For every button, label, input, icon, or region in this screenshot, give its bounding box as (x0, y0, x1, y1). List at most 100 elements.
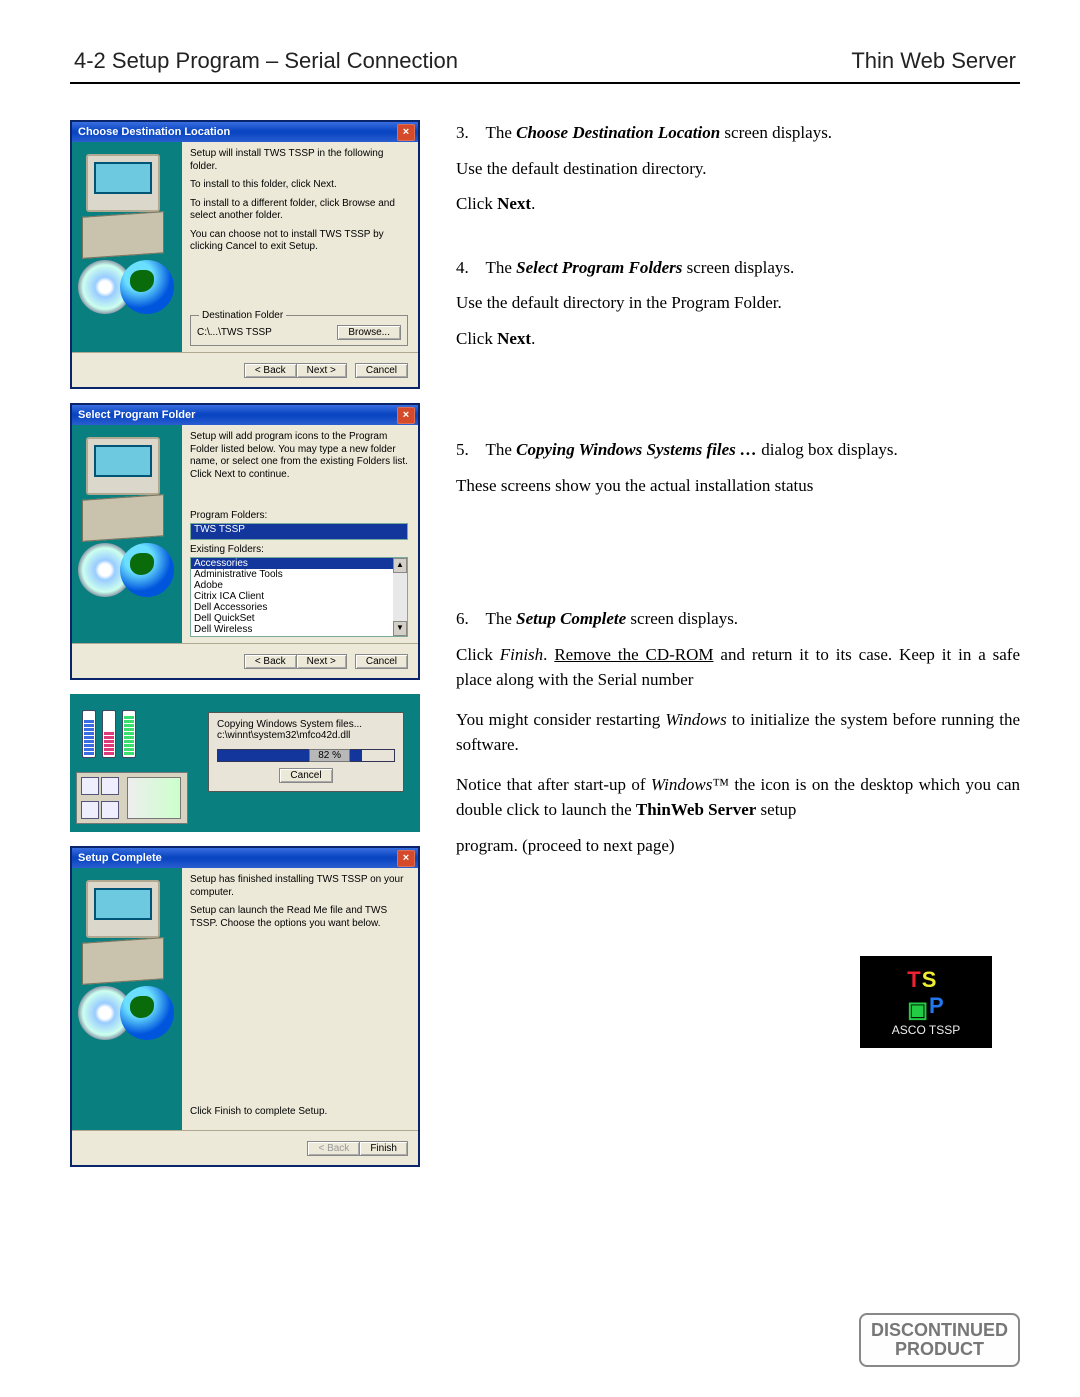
progress-percent: 82 % (309, 749, 350, 762)
list-item[interactable]: Dell Wireless (191, 624, 407, 635)
existing-folders-list[interactable]: Accessories Administrative Tools Adobe C… (190, 557, 408, 637)
step-3: 3. The Choose Destination Location scree… (456, 120, 1020, 217)
text: Choose Destination Location (516, 123, 720, 142)
text: To install to this folder, click Next. (190, 179, 408, 192)
back-button[interactable]: < Back (244, 363, 296, 378)
text: The (485, 123, 516, 142)
text: Setup will install TWS TSSP in the follo… (190, 148, 408, 173)
close-icon[interactable]: × (397, 407, 415, 424)
text: Next (497, 194, 531, 213)
program-folders-label: Program Folders: (190, 510, 408, 521)
header-left: 4-2 Setup Program – Serial Connection (74, 48, 458, 74)
discontinued-product-stamp: DISCONTINUED PRODUCT (859, 1313, 1020, 1367)
dialog-description: Setup will install TWS TSSP in the follo… (190, 148, 408, 260)
text: screen displays. (682, 258, 794, 277)
text: Setup can launch the Read Me file and TW… (190, 905, 408, 930)
copying-path: c:\winnt\system32\mfco42d.dll (217, 730, 395, 741)
dialog-select-program-folder: Select Program Folder × Setup will add p… (70, 403, 420, 680)
list-item[interactable]: Citrix ICA Client (191, 591, 407, 602)
text: Click (456, 329, 497, 348)
header-right: Thin Web Server (851, 48, 1016, 74)
cancel-button[interactable]: Cancel (355, 363, 408, 378)
text: screen displays. (720, 123, 832, 142)
text: Click Finish to complete Setup. (190, 1106, 408, 1119)
window-title: Setup Complete (78, 852, 162, 864)
list-item[interactable]: Accessories (191, 558, 407, 569)
close-icon[interactable]: × (397, 850, 415, 867)
list-item[interactable]: Dell Accessories (191, 602, 407, 613)
text: You can choose not to install TWS TSSP b… (190, 229, 408, 254)
text: . (531, 194, 535, 213)
text: ThinWeb Server (636, 800, 756, 819)
header-rule (70, 82, 1020, 84)
list-item[interactable]: Adobe (191, 580, 407, 591)
text: Use the default directory in the Program… (456, 290, 1020, 316)
back-button: < Back (307, 1141, 359, 1156)
text: Windows™ (651, 775, 729, 794)
destination-folder-group: Destination Folder C:\...\TWS TSSP Brows… (190, 315, 408, 346)
text: Setup will add program icons to the Prog… (190, 431, 408, 481)
step-6: 6. The Setup Complete screen displays. C… (456, 606, 1020, 858)
list-item[interactable]: Dell QuickSet (191, 613, 407, 624)
text: screen displays. (626, 609, 738, 628)
text: Click (456, 645, 500, 664)
dialog-copying-files: Copying Windows System files... c:\winnt… (70, 694, 420, 832)
wizard-art (72, 425, 182, 643)
step-number: 6. (456, 609, 469, 628)
text: program. (proceed to next page) (456, 833, 1020, 859)
list-item[interactable]: Games (191, 635, 407, 637)
text: These screens show you the actual instal… (456, 473, 1020, 499)
list-item[interactable]: Administrative Tools (191, 569, 407, 580)
text: Remove the CD-ROM (554, 645, 713, 664)
wizard-art (72, 142, 182, 352)
browse-button[interactable]: Browse... (337, 325, 401, 340)
scroll-up-icon[interactable]: ▲ (393, 558, 407, 573)
wizard-art (72, 868, 182, 1130)
text: The (485, 440, 516, 459)
text: Select Program Folders (516, 258, 682, 277)
text: Click (456, 194, 497, 213)
copying-title: Copying Windows System files... (217, 719, 395, 730)
window-title: Select Program Folder (78, 409, 195, 421)
back-button[interactable]: < Back (244, 654, 296, 669)
cancel-button[interactable]: Cancel (355, 654, 408, 669)
text: Setup Complete (516, 609, 626, 628)
icon-label: ASCO TSSP (892, 1023, 960, 1037)
text: Next (497, 329, 531, 348)
text: You might consider restarting (456, 710, 665, 729)
step-number: 4. (456, 258, 469, 277)
close-icon[interactable]: × (397, 124, 415, 141)
dialog-footer: < Back Next > Cancel (72, 643, 418, 678)
fieldset-title: Destination Folder (199, 310, 286, 321)
program-folders-input[interactable]: TWS TSSP (190, 523, 408, 540)
text: Use the default destination directory. (456, 156, 1020, 182)
text: Finish (500, 645, 543, 664)
finish-button[interactable]: Finish (359, 1141, 408, 1156)
text: PRODUCT (895, 1339, 984, 1359)
asco-tssp-desktop-icon[interactable]: TS ▣P ASCO TSSP (860, 956, 992, 1048)
text: Setup has finished installing TWS TSSP o… (190, 874, 408, 899)
next-button[interactable]: Next > (296, 363, 347, 378)
logo-icon: TS ▣P (907, 967, 944, 1019)
screenshots-column: Choose Destination Location × Setup will… (70, 120, 420, 1167)
dialog-setup-complete: Setup Complete × Setup has finished inst… (70, 846, 420, 1167)
existing-folders-label: Existing Folders: (190, 544, 408, 555)
cancel-button[interactable]: Cancel (279, 768, 332, 783)
step-4: 4. The Select Program Folders screen dis… (456, 255, 1020, 352)
text: dialog box displays. (757, 440, 898, 459)
text: To install to a different folder, click … (190, 198, 408, 223)
step-5: 5. The Copying Windows Systems files … d… (456, 437, 1020, 498)
destination-path: C:\...\TWS TSSP (197, 327, 272, 338)
text: . (543, 645, 554, 664)
titlebar: Setup Complete × (72, 848, 418, 868)
next-button[interactable]: Next > (296, 654, 347, 669)
scrollbar[interactable]: ▲ ▼ (393, 558, 407, 636)
scroll-down-icon[interactable]: ▼ (393, 621, 407, 636)
titlebar: Choose Destination Location × (72, 122, 418, 142)
step-number: 5. (456, 440, 469, 459)
copying-art (72, 696, 192, 830)
window-title: Choose Destination Location (78, 126, 230, 138)
text: Copying Windows Systems files … (516, 440, 757, 459)
text: . (531, 329, 535, 348)
text: Windows (665, 710, 726, 729)
